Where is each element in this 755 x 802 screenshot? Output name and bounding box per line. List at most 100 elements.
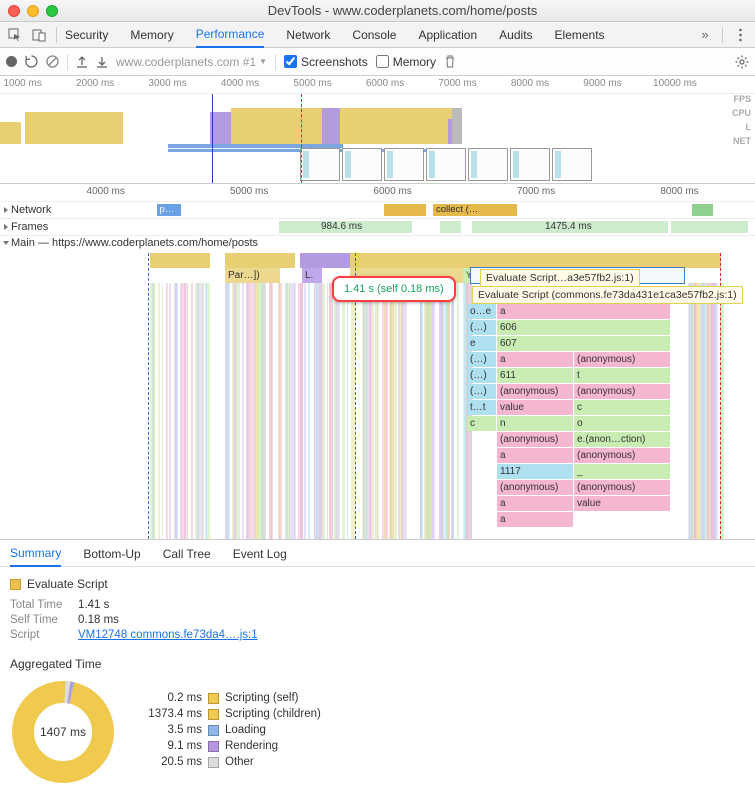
flame-entry[interactable]: (anonymous)	[497, 384, 573, 399]
ruler-tick: 4000 ms	[87, 186, 125, 197]
task-bar[interactable]	[470, 253, 685, 268]
tab-security[interactable]: Security	[65, 22, 108, 48]
tab-memory[interactable]: Memory	[130, 22, 173, 48]
legend-row: 1373.4 msScripting (children)	[136, 708, 321, 720]
frames-row[interactable]: Frames 984.6 ms 1475.4 ms	[0, 219, 755, 236]
details-tab-call-tree[interactable]: Call Tree	[163, 541, 211, 566]
flame-entry[interactable]: c	[467, 416, 496, 431]
tab-application[interactable]: Application	[418, 22, 477, 48]
details-tab-bottom-up[interactable]: Bottom-Up	[83, 541, 140, 566]
legend-row: 0.2 msScripting (self)	[136, 692, 321, 704]
flame-stripe	[261, 283, 264, 539]
flame-entry[interactable]: (…)	[467, 384, 496, 399]
flame-entry[interactable]: 611	[497, 368, 573, 383]
network-bar[interactable]: collect (…	[433, 204, 517, 216]
flame-entry[interactable]: a	[497, 512, 573, 527]
frame-bar[interactable]	[440, 221, 461, 233]
network-bar[interactable]	[692, 204, 713, 216]
record-button[interactable]	[6, 56, 17, 67]
memory-checkbox[interactable]: Memory	[376, 55, 436, 69]
flame-entry[interactable]: e.(anon…ction)	[574, 432, 670, 447]
flame-entry[interactable]: a	[497, 304, 670, 319]
overview-pane[interactable]: 1000 ms2000 ms3000 ms4000 ms5000 ms6000 …	[0, 76, 755, 184]
flame-chart[interactable]: Par…]) L. Y Evaluate Script…a3e57fb2.js:…	[0, 253, 755, 540]
flame-entry[interactable]: _	[574, 464, 670, 479]
flame-entry[interactable]: (anonymous)	[497, 480, 573, 495]
tab-audits[interactable]: Audits	[499, 22, 532, 48]
flame-entry[interactable]: a	[497, 448, 573, 463]
flame-entry[interactable]: o	[574, 416, 670, 431]
task-bar[interactable]	[150, 253, 210, 268]
flame-entry[interactable]: a	[497, 352, 573, 367]
flame-entry[interactable]: o…e	[467, 304, 496, 319]
flame-entry[interactable]: t…t	[467, 400, 496, 415]
screenshots-checkbox[interactable]: Screenshots	[284, 55, 368, 69]
flame-stripe	[457, 283, 458, 539]
frame-bar[interactable]	[671, 221, 748, 233]
kebab-icon[interactable]	[731, 26, 749, 44]
device-toggle-icon[interactable]	[30, 26, 48, 44]
task-bar[interactable]	[350, 253, 470, 268]
collapse-icon[interactable]	[3, 241, 9, 245]
clear-button[interactable]	[46, 55, 59, 68]
flame-stripe	[317, 283, 318, 539]
reload-button[interactable]	[25, 55, 38, 68]
flame-entry[interactable]: 607	[497, 336, 670, 351]
task-bar[interactable]	[225, 253, 295, 268]
profile-selector[interactable]: www.coderplanets.com #1▼	[116, 55, 267, 69]
network-bar[interactable]	[384, 204, 426, 216]
flame-entry[interactable]: (…)	[467, 368, 496, 383]
expand-icon[interactable]	[4, 207, 8, 213]
expand-icon[interactable]	[4, 224, 8, 230]
flame-entry[interactable]: (anonymous)	[574, 448, 670, 463]
tab-performance[interactable]: Performance	[196, 22, 265, 48]
tab-network[interactable]: Network	[286, 22, 330, 48]
flame-stripe	[187, 283, 189, 539]
overview-tick: 6000 ms	[366, 78, 404, 89]
close-button[interactable]	[8, 5, 20, 17]
task-bar[interactable]	[300, 253, 350, 268]
self-time-value: 0.18 ms	[78, 614, 119, 626]
task-bar[interactable]	[685, 253, 721, 268]
flame-entry[interactable]: (anonymous)	[574, 352, 670, 367]
main-thread-row[interactable]: Main — https://www.coderplanets.com/home…	[0, 236, 755, 253]
flame-entry-tooltip: Evaluate Script (commons.fe73da431e1ca3e…	[472, 286, 743, 304]
flame-entry[interactable]: n	[497, 416, 573, 431]
minimize-button[interactable]	[27, 5, 39, 17]
details-tabs: Summary Bottom-Up Call Tree Event Log	[0, 540, 755, 567]
zoom-button[interactable]	[46, 5, 58, 17]
network-bar[interactable]: p…	[157, 204, 182, 216]
network-row[interactable]: Network p… collect (… favic	[0, 202, 755, 219]
flame-entry[interactable]: value	[497, 400, 573, 415]
details-tab-event-log[interactable]: Event Log	[233, 541, 287, 566]
timeline-ruler[interactable]: 4000 ms5000 ms6000 ms7000 ms8000 ms9000 …	[0, 184, 755, 202]
flame-entry[interactable]: (anonymous)	[574, 480, 670, 495]
tab-console[interactable]: Console	[352, 22, 396, 48]
flame-entry[interactable]: e	[467, 336, 496, 351]
more-panels-icon[interactable]: »	[696, 26, 714, 44]
details-tab-summary[interactable]: Summary	[10, 540, 61, 567]
script-link[interactable]: VM12748 commons.fe73da4….js:1	[78, 629, 258, 641]
flame-entry[interactable]: value	[574, 496, 670, 511]
inspect-icon[interactable]	[6, 26, 24, 44]
save-profile-icon[interactable]	[96, 55, 108, 68]
flame-entry[interactable]: 1117	[497, 464, 573, 479]
load-profile-icon[interactable]	[76, 55, 88, 68]
flame-stripe	[336, 283, 339, 539]
flame-entry[interactable]: (…)	[467, 352, 496, 367]
flame-stripe	[707, 283, 710, 539]
flame-entry[interactable]: t	[574, 368, 670, 383]
flame-entry[interactable]: (anonymous)	[497, 432, 573, 447]
settings-gear-icon[interactable]	[735, 55, 749, 69]
flame-entry[interactable]: a	[497, 496, 573, 511]
flame-entry[interactable]: (anonymous)	[574, 384, 670, 399]
tab-elements[interactable]: Elements	[555, 22, 605, 48]
trash-icon[interactable]	[444, 55, 456, 68]
flame-entry[interactable]: (…)	[467, 320, 496, 335]
flame-entry[interactable]: Y	[463, 268, 471, 283]
flame-entry[interactable]: L.	[302, 268, 322, 283]
screenshot-thumbnails[interactable]	[0, 148, 700, 181]
flame-entry[interactable]: 606	[497, 320, 670, 335]
flame-entry[interactable]: Par…])	[225, 268, 280, 283]
flame-entry[interactable]: c	[574, 400, 670, 415]
